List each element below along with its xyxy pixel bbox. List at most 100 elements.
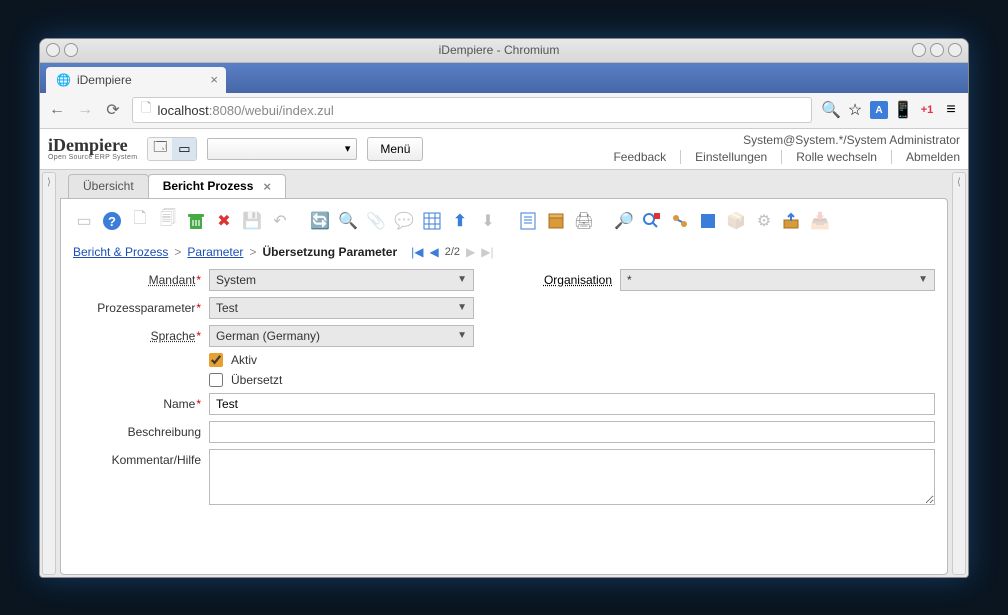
user-area: System@System.*/System Administrator Fee… <box>613 133 960 164</box>
export-icon[interactable] <box>781 210 803 232</box>
url-path: :8080/webui/index.zul <box>209 103 334 118</box>
window-titlebar: iDempiere - Chromium <box>40 39 968 63</box>
parent-icon[interactable]: ⬆ <box>449 210 471 232</box>
undo-icon: ↶ <box>269 210 291 232</box>
new-window-icon[interactable]: 🗔 <box>148 138 172 160</box>
toolbar: ▭ ? 🗋 🗐 ✖ 💾 ↶ 🔄 🔍 📎 💬 <box>73 207 935 235</box>
breadcrumb-l1[interactable]: Bericht & Prozess <box>73 245 168 259</box>
label-aktiv: Aktiv <box>231 353 257 367</box>
main-area: ⟩ Übersicht Bericht Prozess × ▭ ? 🗋 🗐 <box>40 169 968 577</box>
breadcrumb-sep: > <box>249 245 256 259</box>
app-tabs: Übersicht Bericht Prozess × <box>60 172 948 198</box>
chevron-down-icon: ▼ <box>457 302 467 313</box>
import-icon: 📥 <box>809 210 831 232</box>
tab-overview[interactable]: Übersicht <box>68 174 149 198</box>
find-icon[interactable]: 🔍 <box>337 210 359 232</box>
grid-icon[interactable] <box>421 210 443 232</box>
label-beschreibung: Beschreibung <box>73 425 201 439</box>
view-toggle[interactable]: 🗔 ▭ <box>147 137 197 161</box>
label-organisation: Organisation <box>482 273 612 287</box>
chevron-down-icon: ▼ <box>457 330 467 341</box>
tab-bericht-prozess[interactable]: Bericht Prozess × <box>148 174 286 198</box>
save-icon: 💾 <box>241 210 263 232</box>
label-name: Name <box>73 397 201 411</box>
zoom-icon[interactable]: 🔍 <box>822 101 840 119</box>
form: Mandant System▼ Organisation *▼ Prozessp… <box>73 269 935 505</box>
browser-addressbar: ← → ⟳ 🗋 localhost:8080/webui/index.zul 🔍… <box>40 93 968 129</box>
checkbox-uebersetzt[interactable] <box>209 373 223 387</box>
checkbox-aktiv[interactable] <box>209 353 223 367</box>
link-settings[interactable]: Einstellungen <box>680 150 767 164</box>
window-pin-icon[interactable] <box>64 43 78 57</box>
left-panel-toggle[interactable]: ⟩ <box>42 172 56 575</box>
field-prozessparameter[interactable]: Test▼ <box>209 297 474 319</box>
menu-icon[interactable]: ≡ <box>942 101 960 119</box>
nav-first-icon[interactable]: |◀ <box>411 245 423 259</box>
attach-icon: 📎 <box>365 210 387 232</box>
svg-text:?: ? <box>108 214 116 229</box>
label-prozessparameter: Prozessparameter <box>73 301 201 315</box>
window-list-icon[interactable]: ▭ <box>172 138 196 160</box>
extension-icon[interactable]: 📱 <box>894 101 912 119</box>
app-body: iDempiere Open Source ERP System 🗔 ▭ ▾ M… <box>40 129 968 577</box>
window-minimize-icon[interactable] <box>912 43 926 57</box>
delete-icon[interactable] <box>185 210 207 232</box>
field-organisation[interactable]: *▼ <box>620 269 935 291</box>
bookmark-icon[interactable]: ☆ <box>846 101 864 119</box>
nav-prev-icon[interactable]: ◀ <box>430 245 439 259</box>
logo: iDempiere Open Source ERP System <box>48 136 137 161</box>
search-dropdown[interactable]: ▾ <box>207 138 357 160</box>
breadcrumb-current: Übersetzung Parameter <box>262 245 397 259</box>
nav-forward-icon[interactable]: → <box>76 101 94 119</box>
blank-icon: ▭ <box>73 210 95 232</box>
label-kommentar: Kommentar/Hilfe <box>73 449 201 467</box>
browser-tabbar: 🌐 iDempiere × <box>40 63 968 93</box>
help-icon[interactable]: ? <box>101 210 123 232</box>
url-host: localhost <box>157 103 208 118</box>
field-mandant[interactable]: System▼ <box>209 269 474 291</box>
zoom-icon[interactable]: 🔎 <box>613 210 635 232</box>
right-panel-toggle[interactable]: ⟨ <box>952 172 966 575</box>
nav-last-icon: ▶| <box>481 245 493 259</box>
app-window: iDempiere - Chromium 🌐 iDempiere × ← → ⟳… <box>39 38 969 578</box>
address-input[interactable]: 🗋 localhost:8080/webui/index.zul <box>132 97 812 123</box>
content-panel: ▭ ? 🗋 🗐 ✖ 💾 ↶ 🔄 🔍 📎 💬 <box>60 198 948 575</box>
app-header: iDempiere Open Source ERP System 🗔 ▭ ▾ M… <box>40 129 968 169</box>
browser-tab[interactable]: 🌐 iDempiere × <box>46 67 226 93</box>
archive-icon[interactable] <box>545 210 567 232</box>
link-feedback[interactable]: Feedback <box>613 150 666 164</box>
workflow-icon[interactable] <box>669 210 691 232</box>
report-icon[interactable] <box>517 210 539 232</box>
breadcrumb-l2[interactable]: Parameter <box>187 245 243 259</box>
tab-close-icon[interactable]: × <box>210 72 218 87</box>
nav-reload-icon[interactable]: ⟳ <box>104 101 122 119</box>
translate-icon[interactable]: A <box>870 101 888 119</box>
copy-icon: 🗐 <box>157 210 179 232</box>
field-name[interactable] <box>209 393 935 415</box>
field-kommentar[interactable] <box>209 449 935 505</box>
gplus-icon[interactable]: +1 <box>918 101 936 119</box>
window-title: iDempiere - Chromium <box>96 43 902 57</box>
delete-cancel-icon[interactable]: ✖ <box>213 210 235 232</box>
link-switchrole[interactable]: Rolle wechseln <box>781 150 877 164</box>
menu-button[interactable]: Menü <box>367 137 423 161</box>
field-beschreibung[interactable] <box>209 421 935 443</box>
nav-next-icon: ▶ <box>466 245 475 259</box>
print-icon[interactable]: 🖨 <box>573 210 595 232</box>
gear-icon: ⚙ <box>753 210 775 232</box>
request-icon[interactable] <box>697 210 719 232</box>
field-sprache[interactable]: German (Germany)▼ <box>209 325 474 347</box>
link-logout[interactable]: Abmelden <box>891 150 960 164</box>
window-close-icon[interactable] <box>948 43 962 57</box>
tab-close-icon[interactable]: × <box>263 179 271 194</box>
zoom-across-icon[interactable] <box>641 210 663 232</box>
chevron-down-icon: ▾ <box>345 142 351 155</box>
refresh-icon[interactable]: 🔄 <box>309 210 331 232</box>
nav-back-icon[interactable]: ← <box>48 101 66 119</box>
window-maximize-icon[interactable] <box>930 43 944 57</box>
window-menu-icon[interactable] <box>46 43 60 57</box>
chevron-down-icon: ▼ <box>457 274 467 285</box>
breadcrumb: Bericht & Prozess > Parameter > Übersetz… <box>73 241 935 263</box>
new-icon: 🗋 <box>129 210 151 232</box>
label-sprache: Sprache <box>73 329 201 343</box>
